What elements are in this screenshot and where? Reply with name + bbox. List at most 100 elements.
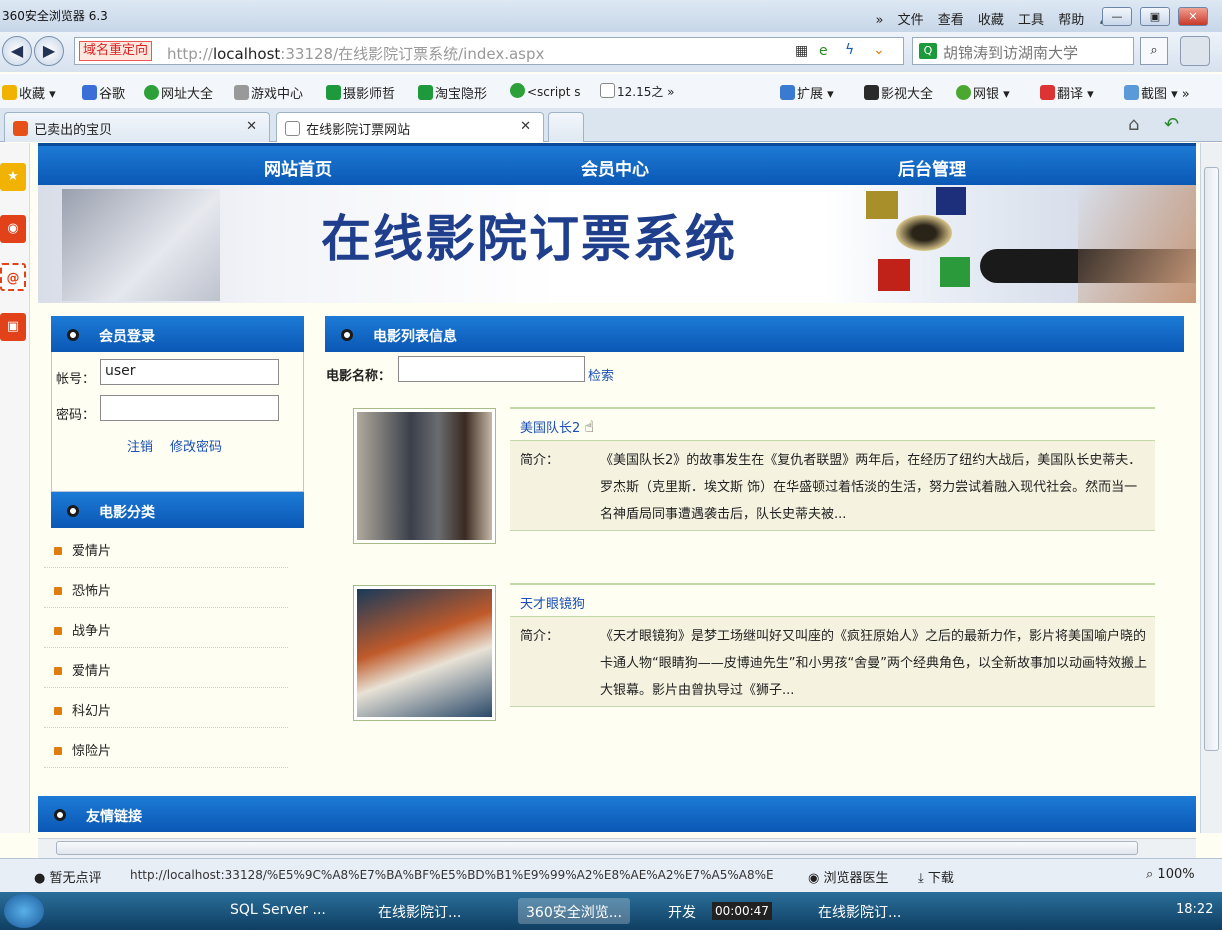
tab-sold-items[interactable]: 已卖出的宝贝 ✕ <box>4 112 270 142</box>
start-button[interactable] <box>4 894 44 928</box>
home-icon[interactable]: ⌂ <box>1128 114 1139 135</box>
logout-link[interactable]: 注销 <box>127 436 153 455</box>
banner-photo-left <box>62 189 220 301</box>
poster-image <box>357 412 492 540</box>
category-item[interactable]: 爱情片 <box>44 648 288 688</box>
grid-icon <box>780 85 795 100</box>
menu-favorites[interactable]: 收藏 <box>978 13 1004 28</box>
back-button[interactable]: ◀ <box>2 36 32 66</box>
close-window-button[interactable]: ✕ <box>1178 7 1208 26</box>
favorites-star-icon[interactable]: ★ <box>0 163 26 191</box>
bookmark-favorites[interactable]: 收藏 ▾ <box>2 83 56 102</box>
bookmark-translate[interactable]: 翻译 ▾ <box>1040 83 1094 102</box>
menu-help[interactable]: 帮助 <box>1058 13 1084 28</box>
menu-file[interactable]: 文件 <box>898 13 924 28</box>
nav-admin[interactable]: 后台管理 <box>898 155 966 180</box>
task-360-browser[interactable]: 360安全浏览... <box>518 898 631 924</box>
dropdown-icon[interactable]: ⌄ <box>873 42 885 58</box>
category-item[interactable]: 战争片 <box>44 608 288 648</box>
bookmark-script[interactable]: <script s <box>510 83 581 99</box>
horizontal-scrollbar[interactable] <box>38 838 1196 858</box>
new-tab-button[interactable] <box>548 112 584 142</box>
zoom-control[interactable]: ⌕ 100% <box>1146 867 1195 882</box>
forward-button[interactable]: ▶ <box>34 36 64 66</box>
weibo-icon[interactable]: ◉ <box>0 215 26 243</box>
close-tab-icon[interactable]: ✕ <box>246 119 257 134</box>
bookmark-label: 摄影师哲 <box>343 87 396 102</box>
speed-mode-icon[interactable]: ϟ <box>845 42 854 58</box>
task-label: 在线影院订... <box>378 905 462 921</box>
task-dev[interactable]: 开发 <box>660 898 704 924</box>
minimize-button[interactable]: — <box>1102 7 1132 26</box>
change-password-link[interactable]: 修改密码 <box>170 436 222 455</box>
friend-links-header: 友情链接 <box>38 796 1196 832</box>
recording-timer: 00:00:47 <box>712 902 772 920</box>
bookmark-ebank[interactable]: 网银 ▾ <box>956 83 1010 102</box>
h-scroll-thumb[interactable] <box>56 841 1138 855</box>
bookmark-taobao[interactable]: 淘宝隐形 <box>418 83 487 102</box>
bookmark-label: 扩展 <box>797 87 824 102</box>
browser-doctor-button[interactable]: ◉ 浏览器医生 <box>808 867 889 886</box>
redirect-badge[interactable]: 域名重定向 <box>79 41 153 61</box>
shopping-icon[interactable]: ▣ <box>0 313 26 341</box>
nav-member-center[interactable]: 会员中心 <box>581 155 649 180</box>
task-sql-server[interactable]: SQL Server ... <box>222 898 334 924</box>
bookmark-movies[interactable]: 影视大全 <box>864 83 933 102</box>
star-icon <box>2 85 17 100</box>
close-tab-icon[interactable]: ✕ <box>520 119 531 134</box>
qr-icon[interactable]: ▦ <box>795 43 808 59</box>
password-input[interactable] <box>100 395 279 421</box>
translate-icon <box>1040 85 1055 100</box>
url-text[interactable]: http://localhost:33128/在线影院订票系统/index.as… <box>167 43 544 64</box>
category-item[interactable]: 恐怖片 <box>44 568 288 608</box>
address-bar[interactable]: 域名重定向 http://localhost:33128/在线影院订票系统/in… <box>74 37 904 65</box>
bookmark-label: 翻译 <box>1057 87 1084 102</box>
movie-title-link[interactable]: 美国队长2 <box>520 421 580 436</box>
search-engine-icon <box>418 85 433 100</box>
bookmark-extensions[interactable]: 扩展 ▾ <box>780 83 834 102</box>
movie-poster[interactable] <box>353 408 496 544</box>
bookmark-1215[interactable]: 12.15之 » <box>600 83 675 100</box>
category-item[interactable]: 惊险片 <box>44 728 288 768</box>
site-nav-icon <box>510 83 525 98</box>
search-engine-icon[interactable]: Q <box>919 43 937 59</box>
category-item[interactable]: 爱情片 <box>44 528 288 568</box>
mail-icon[interactable]: @ <box>0 263 26 291</box>
movie-search-input[interactable] <box>398 356 585 382</box>
menu-tools[interactable]: 工具 <box>1018 13 1044 28</box>
bank-icon <box>956 85 971 100</box>
task-cinema-vs[interactable]: 在线影院订... <box>810 898 909 924</box>
movie-title-row: 天才眼镜狗 <box>510 583 1155 617</box>
search-input[interactable]: Q 胡锦涛到访湖南大学 <box>912 37 1134 65</box>
google-icon <box>82 85 97 100</box>
menu-overflow-icon[interactable]: » <box>875 13 883 28</box>
user-avatar[interactable] <box>1180 36 1210 66</box>
nav-home[interactable]: 网站首页 <box>264 155 332 180</box>
tab-cinema-site[interactable]: 在线影院订票网站 ✕ <box>276 112 544 142</box>
bookmark-google[interactable]: 谷歌 <box>82 83 125 102</box>
task-cinema-folder[interactable]: 在线影院订... <box>370 898 469 924</box>
scroll-thumb[interactable] <box>1204 167 1219 751</box>
task-label: 360安全浏览... <box>526 905 623 921</box>
category-item[interactable]: 科幻片 <box>44 688 288 728</box>
vertical-scrollbar[interactable] <box>1200 143 1222 833</box>
search-button[interactable]: ⌕ <box>1140 37 1168 65</box>
movie-desc: 简介： 《天才眼镜狗》是梦工场继叫好又叫座的《疯狂原始人》之后的最新力作，影片将… <box>510 617 1155 707</box>
password-label: 密码： <box>56 408 96 423</box>
bookmark-screenshot[interactable]: 截图 ▾ » <box>1124 83 1190 102</box>
movie-poster[interactable] <box>353 585 496 721</box>
rating-status[interactable]: ● 暂无点评 <box>34 867 102 886</box>
download-button[interactable]: ⤓ 下载 <box>918 867 954 886</box>
menu-view[interactable]: 查看 <box>938 13 964 28</box>
movie-search-button[interactable]: 检索 <box>588 365 614 384</box>
login-panel-header: 会员登录 <box>51 316 304 352</box>
movie-title-link[interactable]: 天才眼镜狗 <box>520 597 585 612</box>
bookmark-site-nav[interactable]: 网址大全 <box>144 83 213 102</box>
undo-close-icon[interactable]: ↶ <box>1164 114 1179 135</box>
ie-mode-icon[interactable]: e <box>819 43 828 59</box>
bookmark-photographer[interactable]: 摄影师哲 <box>326 83 395 102</box>
bookmark-label: <script s <box>527 85 581 99</box>
maximize-button[interactable]: ▣ <box>1140 7 1170 26</box>
account-input[interactable]: user <box>100 359 279 385</box>
bookmark-games[interactable]: 游戏中心 <box>234 83 303 102</box>
